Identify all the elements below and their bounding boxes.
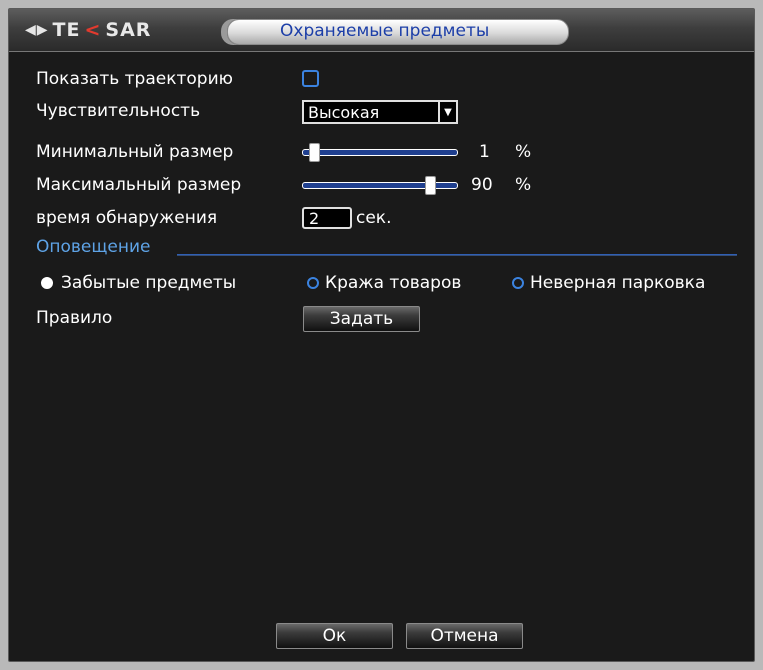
rule-label: Правило xyxy=(36,308,113,328)
min-size-unit: % xyxy=(515,142,532,162)
radio-forgotten-items-label: Забытые предметы xyxy=(61,273,237,293)
sensitivity-value: Высокая xyxy=(308,103,380,122)
dropdown-arrow-icon[interactable]: ▼ xyxy=(438,102,456,122)
slider-track xyxy=(302,149,458,156)
radio-theft-label: Кража товаров xyxy=(325,273,462,293)
detect-time-input[interactable]: 2 xyxy=(302,207,352,229)
settings-panel: Показать траекторию Чувствительность Выс… xyxy=(9,9,754,661)
sensitivity-select[interactable]: Высокая ▼ xyxy=(302,100,458,124)
min-size-slider[interactable] xyxy=(302,143,458,162)
min-size-value: 1 xyxy=(479,142,490,162)
cancel-button[interactable]: Отмена xyxy=(406,623,523,649)
notify-section-title: Оповещение xyxy=(36,237,151,257)
max-size-slider[interactable] xyxy=(302,176,458,195)
section-divider-shadow xyxy=(177,255,737,256)
detect-time-label: время обнаружения xyxy=(36,208,218,228)
detect-time-unit: сек. xyxy=(356,208,392,228)
radio-forgotten-items[interactable] xyxy=(41,277,53,289)
radio-theft[interactable] xyxy=(307,277,319,289)
ok-button[interactable]: Ок xyxy=(276,623,393,649)
slider-thumb[interactable] xyxy=(425,176,436,195)
radio-wrong-parking[interactable] xyxy=(512,277,524,289)
detect-time-value: 2 xyxy=(309,209,320,228)
max-size-unit: % xyxy=(515,175,532,195)
show-trajectory-checkbox[interactable] xyxy=(302,70,319,87)
radio-wrong-parking-label: Неверная парковка xyxy=(530,273,706,293)
set-rule-button[interactable]: Задать xyxy=(303,306,420,332)
max-size-label: Максимальный размер xyxy=(36,175,242,195)
max-size-value: 90 xyxy=(471,175,493,195)
min-size-label: Минимальный размер xyxy=(36,142,234,162)
dialog-window: ◀▶ TE < SAR Охраняемые предметы Показать… xyxy=(8,8,755,662)
slider-thumb[interactable] xyxy=(309,143,321,162)
show-trajectory-label: Показать траекторию xyxy=(36,69,233,89)
sensitivity-label: Чувствительность xyxy=(36,101,201,121)
